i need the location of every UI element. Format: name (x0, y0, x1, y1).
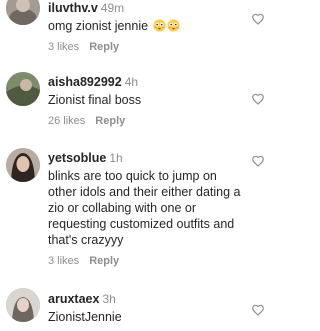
username[interactable]: aisha892992 (48, 75, 122, 89)
like-count[interactable]: 3 likes (48, 41, 79, 53)
heart-outline-icon[interactable] (251, 92, 265, 106)
comment-item: aisha892992 4h Zionist final boss 26 like… (0, 70, 274, 132)
avatar[interactable] (6, 288, 40, 322)
comment-text: Zionist final boss (48, 93, 142, 107)
reply-button[interactable]: Reply (89, 41, 119, 53)
avatar-photo (6, 288, 40, 322)
like-count[interactable]: 26 likes (48, 115, 85, 127)
comment-text-content: omg zionist jennie (48, 19, 149, 33)
comment-item: aruxtaex 3h ZionistJennie (0, 288, 274, 331)
timestamp: 4h (124, 75, 139, 89)
comment-meta: 26 likes Reply (48, 115, 244, 127)
reply-button[interactable]: Reply (95, 115, 125, 127)
avatar[interactable] (6, 0, 40, 25)
flushed-face-emoji-icon (153, 19, 166, 32)
comment-item: yetsoblue 1h blinks are too quick to jump… (0, 148, 274, 273)
comment-header: aisha892992 4h (48, 75, 244, 90)
username[interactable]: yetsoblue (48, 151, 106, 165)
heart-outline-icon[interactable] (251, 154, 265, 168)
avatar-photo (6, 72, 40, 106)
timestamp: 3h (102, 292, 116, 306)
comment-meta: 3 likes Reply (48, 41, 244, 53)
heart-outline-icon[interactable] (251, 12, 265, 26)
comment-header: yetsoblue 1h (48, 151, 244, 166)
comment-header: aruxtaex 3h (48, 292, 244, 307)
avatar[interactable] (6, 72, 40, 106)
timestamp: 49m (100, 1, 125, 15)
like-count[interactable]: 3 likes (48, 255, 79, 267)
avatar[interactable] (6, 148, 40, 182)
heart-outline-icon[interactable] (251, 303, 265, 317)
avatar-photo (6, 148, 40, 182)
avatar-photo (6, 0, 40, 25)
username[interactable]: aruxtaex (48, 292, 99, 306)
comment-text: ZionistJennie (48, 310, 122, 324)
comment-text: blinks are too quick to jump on other id… (48, 169, 241, 247)
reply-button[interactable]: Reply (89, 255, 119, 267)
comment-header: iluvthv.v 49m (48, 1, 244, 16)
comment-meta: 3 likes Reply (48, 255, 244, 267)
comment-item: iluvthv.v49m omg zionist jennie 3 likes (0, 0, 274, 60)
timestamp: 1h (109, 151, 123, 165)
username[interactable]: iluvthv.v (48, 1, 98, 15)
flushed-face-emoji-icon (167, 19, 180, 32)
comment-text: omg zionist jennie (48, 18, 244, 34)
